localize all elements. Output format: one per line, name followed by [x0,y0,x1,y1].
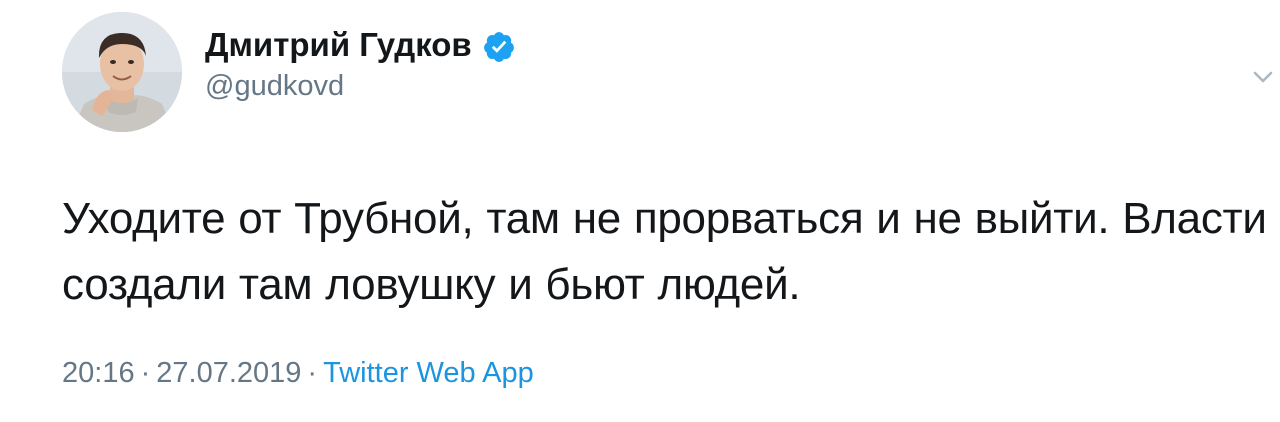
tweet-source-link[interactable]: Twitter Web App [323,357,534,389]
tweet-text: Уходите от Трубной, там не прорваться и … [62,194,1267,309]
profile-photo-icon [62,12,182,132]
chevron-down-icon[interactable] [1248,62,1278,92]
tweet-card: Дмитрий Гудков @gudkovd Уходите от Трубн… [0,0,1280,422]
tweet-time[interactable]: 20:16 [62,357,135,389]
meta-separator: · [140,357,151,389]
meta-separator: · [307,357,318,389]
author-handle[interactable]: @gudkovd [205,70,344,103]
verified-badge-icon [484,32,514,62]
avatar[interactable] [62,12,182,132]
tweet-date[interactable]: 27.07.2019 [156,357,301,389]
author-display-name[interactable]: Дмитрий Гудков [205,26,472,64]
tweet-meta: 20:16 · 27.07.2019 · Twitter Web App [62,357,534,390]
